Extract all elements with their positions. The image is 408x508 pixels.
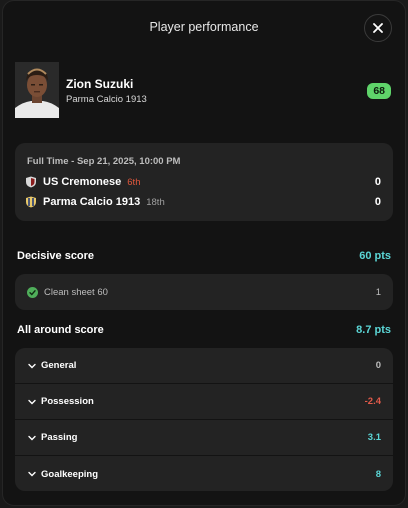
sheet-title: Player performance <box>149 20 259 34</box>
player-name: Zion Suzuki <box>66 77 134 91</box>
team-name: Parma Calcio 1913 <box>43 196 141 208</box>
clean-sheet-label: Clean sheet 60 <box>44 286 108 298</box>
breakdown-value: -2.4 <box>364 396 381 407</box>
clean-sheet-value: 1 <box>375 286 381 298</box>
team-position: 18th <box>146 196 165 208</box>
chevron-down-icon <box>28 471 36 477</box>
breakdown-value: 0 <box>375 360 381 371</box>
decisive-score-title: Decisive score <box>17 250 95 262</box>
team-shield-icon <box>26 196 36 208</box>
decisive-score-header: Decisive score 60 pts <box>17 250 391 262</box>
all-around-score-header: All around score 8.7 pts <box>17 324 391 336</box>
all-around-score-title: All around score <box>17 324 104 336</box>
player-summary: Zion Suzuki Parma Calcio 1913 68 <box>3 57 405 135</box>
breakdown-label: General <box>41 360 77 371</box>
clean-sheet-row: Clean sheet 60 1 <box>15 274 393 310</box>
team-position: 6th <box>127 176 141 188</box>
breakdown-label: Passing <box>41 432 78 443</box>
match-card: Full Time - Sep 21, 2025, 10:00 PM US Cr… <box>15 143 393 221</box>
close-button[interactable] <box>364 14 392 42</box>
home-team-row: US Cremonese 6th 0 <box>25 174 381 190</box>
team-score: 0 <box>374 196 381 208</box>
chevron-down-icon <box>28 363 36 368</box>
team-score: 0 <box>374 176 381 188</box>
breakdown-value: 8 <box>375 468 381 480</box>
chevron-down-icon <box>28 435 36 440</box>
breakdown-row-possession[interactable]: Possession -2.4 <box>15 384 393 420</box>
breakdown-value: 3.1 <box>367 432 381 443</box>
player-rating-badge: 68 <box>367 83 391 99</box>
match-status: Full Time - Sep 21, 2025, 10:00 PM <box>27 156 181 167</box>
breakdown-label: Possession <box>41 396 94 407</box>
team-name: US Cremonese <box>43 176 122 188</box>
decisive-score-points: 60 pts <box>359 250 391 262</box>
breakdown-label: Goalkeeping <box>41 468 99 480</box>
sheet-header: Player performance <box>3 1 405 57</box>
breakdown-row-general[interactable]: General 0 <box>15 348 393 384</box>
player-avatar <box>15 62 59 118</box>
all-around-score-points: 8.7 pts <box>356 324 391 336</box>
chevron-down-icon <box>28 399 36 404</box>
breakdown-row-passing[interactable]: Passing 3.1 <box>15 420 393 456</box>
player-performance-sheet: Player performance Zion Suzuki Parma Cal… <box>2 0 406 506</box>
shield-check-icon <box>27 286 38 298</box>
player-team: Parma Calcio 1913 <box>66 94 147 105</box>
close-icon <box>373 23 383 33</box>
score-breakdown-list: General 0 Possession -2.4 Passing 3.1 Go… <box>15 348 393 491</box>
team-shield-icon <box>26 176 36 188</box>
breakdown-row-goalkeeping[interactable]: Goalkeeping 8 <box>15 456 393 491</box>
away-team-row: Parma Calcio 1913 18th 0 <box>25 194 381 210</box>
